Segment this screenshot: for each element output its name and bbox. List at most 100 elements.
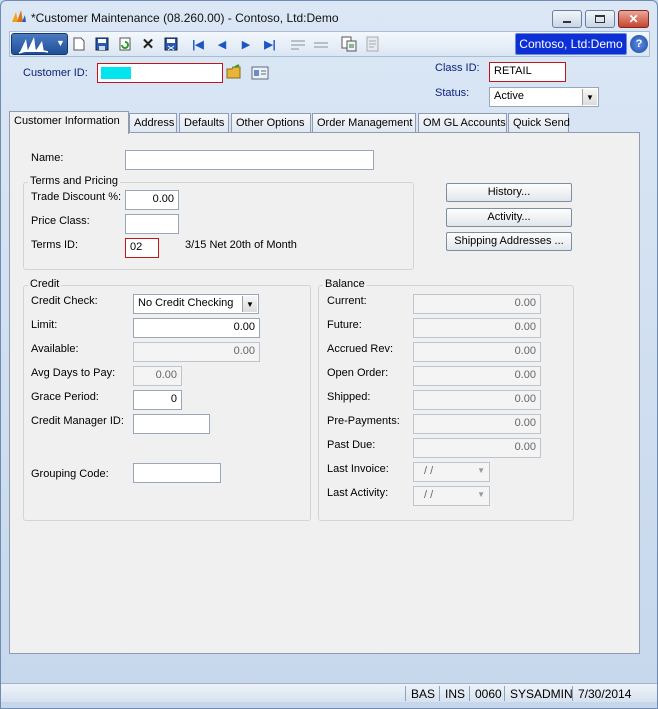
- customer-maintenance-window: *Customer Maintenance (08.260.00) - Cont…: [0, 0, 658, 709]
- customer-information-panel: Name: Terms and Pricing Trade Discount %…: [9, 132, 640, 654]
- chevron-down-icon: ▼: [56, 38, 65, 48]
- class-id-field[interactable]: RETAIL: [489, 62, 566, 82]
- customer-id-field[interactable]: [97, 63, 223, 83]
- shipped-label: Shipped:: [327, 391, 371, 403]
- contact-card-icon: [251, 66, 269, 80]
- close-icon: ✕: [628, 12, 639, 26]
- template-button[interactable]: [364, 35, 382, 53]
- delete-icon: ✕: [141, 36, 155, 53]
- credit-check-value: No Credit Checking: [138, 297, 234, 309]
- previous-record-icon: ◀: [217, 38, 227, 51]
- name-field[interactable]: [125, 150, 374, 170]
- close-window-button[interactable]: ✕: [618, 10, 649, 28]
- history-button[interactable]: History...: [446, 183, 572, 202]
- customer-id-label: Customer ID:: [23, 67, 88, 79]
- grouping-code-label: Grouping Code:: [31, 468, 109, 480]
- next-record-button[interactable]: ▶: [237, 35, 255, 53]
- credit-check-dropdown-arrow[interactable]: ▼: [242, 296, 257, 312]
- trade-discount-label: Trade Discount %:: [31, 191, 122, 203]
- future-field: 0.00: [413, 318, 541, 338]
- status-dropdown-arrow[interactable]: ▼: [582, 89, 597, 105]
- terms-id-field[interactable]: 02: [125, 238, 159, 258]
- help-button[interactable]: ?: [630, 35, 648, 53]
- status-insert: INS: [445, 687, 466, 701]
- last-activity-field: / / ▼: [413, 486, 490, 506]
- activity-button[interactable]: Activity...: [446, 208, 572, 227]
- copy-paste-button[interactable]: [340, 35, 358, 53]
- available-field: 0.00: [133, 342, 260, 362]
- chevron-down-icon: ▼: [246, 299, 254, 309]
- save-as-button[interactable]: [162, 35, 180, 53]
- customer-card-button[interactable]: [251, 65, 269, 81]
- credit-title: Credit: [28, 278, 62, 290]
- status-separator: [504, 686, 505, 701]
- app-logo-icon: [12, 10, 26, 22]
- refresh-button[interactable]: [116, 35, 134, 53]
- minimize-button[interactable]: [552, 10, 582, 28]
- first-record-button[interactable]: |◀: [189, 35, 207, 53]
- available-label: Available:: [31, 343, 79, 355]
- save-button[interactable]: [93, 35, 111, 53]
- last-record-icon: ▶|: [264, 38, 276, 51]
- status-bar: BAS INS 0060 SYSADMIN 7/30/2014: [1, 683, 657, 702]
- balance-title: Balance: [323, 278, 367, 290]
- delete-line-button[interactable]: [312, 35, 330, 53]
- toolbar: ▼ ✕ |◀ ◀ ▶ ▶| Contoso, Ltd:Demo ?: [9, 31, 650, 57]
- tab-customer-information[interactable]: Customer Information: [9, 111, 129, 134]
- current-field: 0.00: [413, 294, 541, 314]
- insert-line-button[interactable]: [289, 35, 307, 53]
- grace-period-field[interactable]: 0: [133, 390, 182, 410]
- terms-id-label: Terms ID:: [31, 239, 79, 251]
- tab-quick-send[interactable]: Quick Send: [508, 113, 570, 133]
- open-order-label: Open Order:: [327, 367, 389, 379]
- company-badge: Contoso, Ltd:Demo: [515, 33, 627, 55]
- delete-line-icon: [314, 42, 328, 48]
- shipping-addresses-button[interactable]: Shipping Addresses ...: [446, 232, 572, 251]
- limit-label: Limit:: [31, 319, 58, 331]
- last-invoice-label: Last Invoice:: [327, 463, 389, 475]
- tab-om-gl-accounts[interactable]: OM GL Accounts: [418, 113, 507, 133]
- last-activity-value: / /: [424, 489, 434, 501]
- refresh-icon: [119, 37, 131, 51]
- price-class-field[interactable]: [125, 214, 179, 234]
- help-icon: ?: [635, 38, 643, 50]
- new-record-button[interactable]: [70, 35, 88, 53]
- status-select[interactable]: Active ▼: [489, 87, 599, 107]
- credit-manager-field[interactable]: [133, 414, 210, 434]
- application-menu-button[interactable]: ▼: [11, 33, 68, 55]
- price-class-label: Price Class:: [31, 215, 90, 227]
- name-label: Name:: [31, 152, 64, 164]
- app-menu-logo-icon: [18, 37, 49, 54]
- past-due-label: Past Due:: [327, 439, 376, 451]
- tab-address[interactable]: Address: [129, 113, 177, 133]
- credit-check-select[interactable]: No Credit Checking ▼: [133, 294, 259, 314]
- grace-period-label: Grace Period:: [31, 391, 99, 403]
- trade-discount-field[interactable]: 0.00: [125, 190, 179, 210]
- status-separator: [572, 686, 573, 701]
- tab-defaults[interactable]: Defaults: [179, 113, 229, 133]
- maximize-button[interactable]: [585, 10, 615, 28]
- tab-other-options[interactable]: Other Options: [231, 113, 311, 133]
- tab-order-management[interactable]: Order Management: [312, 113, 416, 133]
- window-title: *Customer Maintenance (08.260.00) - Cont…: [31, 11, 339, 25]
- future-label: Future:: [327, 319, 362, 331]
- delete-button[interactable]: ✕: [139, 35, 157, 53]
- maximize-icon: [595, 15, 605, 23]
- chevron-down-icon: ▼: [586, 92, 594, 102]
- save-icon: [95, 37, 109, 51]
- class-id-label: Class ID:: [435, 62, 480, 74]
- status-separator: [405, 686, 406, 701]
- previous-record-button[interactable]: ◀: [213, 35, 231, 53]
- last-record-button[interactable]: ▶|: [261, 35, 279, 53]
- last-activity-label: Last Activity:: [327, 487, 389, 499]
- credit-check-label: Credit Check:: [31, 295, 98, 307]
- customer-lookup-button[interactable]: [226, 64, 242, 80]
- avg-days-field: 0.00: [133, 366, 182, 386]
- new-document-icon: [73, 37, 85, 51]
- limit-field[interactable]: 0.00: [133, 318, 260, 338]
- credit-manager-label: Credit Manager ID:: [31, 415, 124, 427]
- status-separator: [439, 686, 440, 701]
- grouping-code-field[interactable]: [133, 463, 221, 483]
- first-record-icon: |◀: [192, 38, 204, 51]
- status-label: Status:: [435, 87, 470, 99]
